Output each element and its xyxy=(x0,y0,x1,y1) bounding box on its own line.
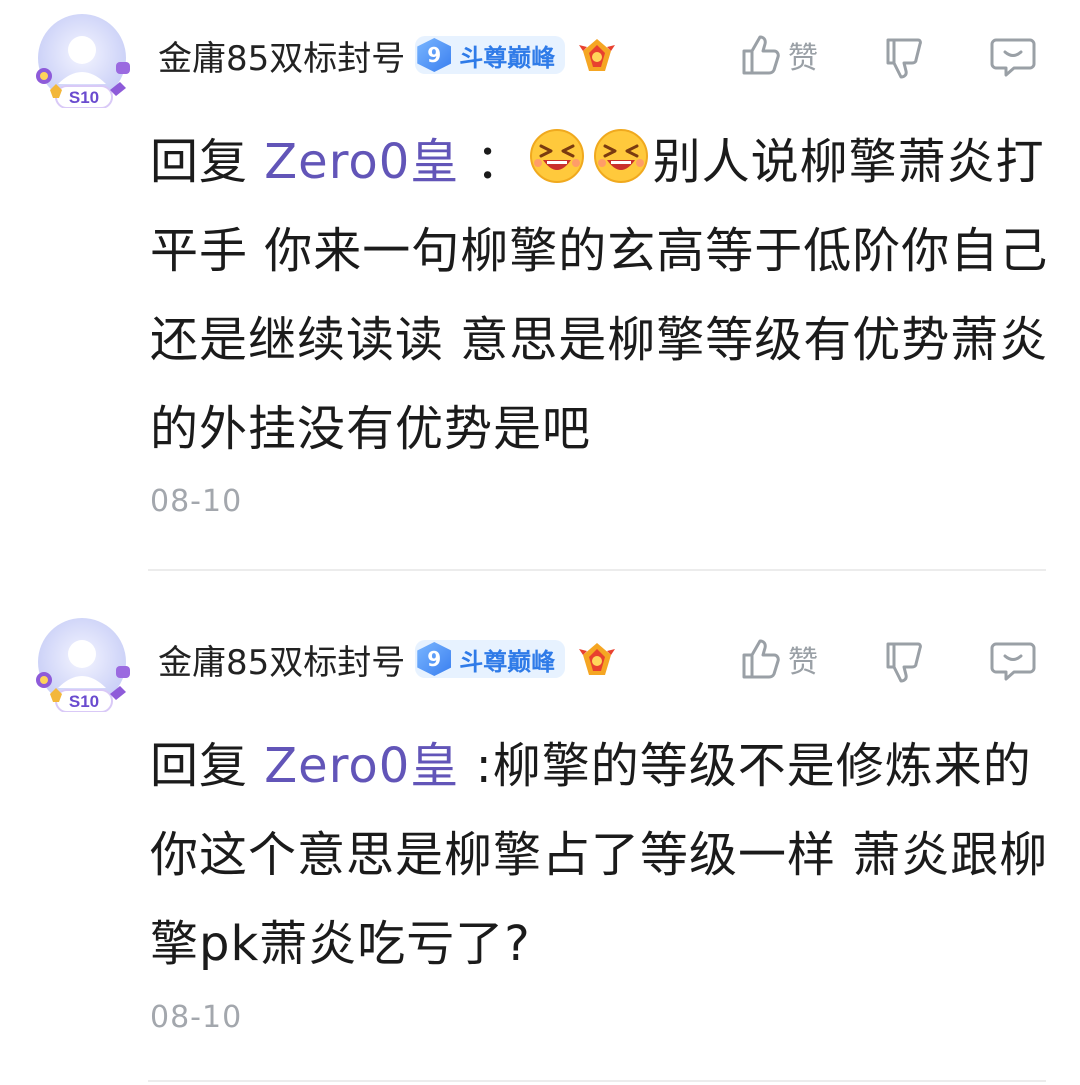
dislike-button[interactable] xyxy=(882,36,926,80)
reply-target-user[interactable]: Zero0皇 xyxy=(264,738,459,794)
dislike-button[interactable] xyxy=(882,640,926,684)
level-title: 斗尊巅峰 xyxy=(459,43,556,72)
like-button[interactable]: 赞 xyxy=(738,637,818,681)
thumbs-up-icon xyxy=(742,639,780,679)
level-title: 斗尊巅峰 xyxy=(459,647,556,676)
like-label: 赞 xyxy=(788,645,818,680)
fire-medal-icon xyxy=(577,35,617,75)
like-label: 赞 xyxy=(788,41,818,76)
reply-target-user[interactable]: Zero0皇 xyxy=(264,134,459,190)
comment-header: 金庸85双标封号 9 斗尊巅峰 xyxy=(158,634,617,684)
level-number: 9 xyxy=(417,642,452,676)
avatar-badge-text: S10 xyxy=(69,88,99,107)
level-badge[interactable]: 9 斗尊巅峰 xyxy=(415,640,566,678)
like-button[interactable]: 赞 xyxy=(738,33,818,77)
reply-button[interactable] xyxy=(990,640,1036,682)
reply-button[interactable] xyxy=(990,36,1036,78)
avatar-image: S10 xyxy=(36,14,130,108)
level-number: 9 xyxy=(417,38,452,72)
reply-prefix: 回复 xyxy=(150,134,249,190)
username[interactable]: 金庸85双标封号 xyxy=(158,31,405,80)
avatar-badge-text: S10 xyxy=(69,692,99,711)
thumbs-up-icon xyxy=(742,35,780,75)
comment-text: 回复 Zero0皇 ：别人说柳擎萧炎打平手 你来一句柳擎的玄高等于低阶你自己还是… xyxy=(150,118,1050,474)
reply-separator: : xyxy=(475,738,493,794)
thumbs-down-icon xyxy=(886,642,922,683)
comment-date: 08-10 xyxy=(150,1000,243,1035)
user-avatar[interactable]: S10 xyxy=(30,618,134,712)
divider xyxy=(148,1080,1046,1082)
reply-prefix: 回复 xyxy=(150,738,249,794)
comment-bubble-icon xyxy=(990,38,1036,77)
fire-medal-icon xyxy=(577,639,617,679)
reply-separator: ： xyxy=(475,134,525,190)
user-avatar[interactable]: S10 xyxy=(30,14,134,108)
avatar-image: S10 xyxy=(36,618,130,712)
comment-item: S10 金庸85双标封号 9 斗尊巅峰 赞 xyxy=(0,0,1080,570)
thumbs-down-icon xyxy=(886,38,922,79)
comment-bubble-icon xyxy=(990,642,1036,681)
comment-header: 金庸85双标封号 9 斗尊巅峰 xyxy=(158,30,617,80)
comment-text: 回复 Zero0皇 :柳擎的等级不是修炼来的 你这个意思是柳擎占了等级一样 萧炎… xyxy=(150,722,1050,989)
comment-item: S10 金庸85双标封号 9 斗尊巅峰 赞 xyxy=(0,572,1080,1082)
laughing-squint-emoji xyxy=(593,128,649,184)
comment-date: 08-10 xyxy=(150,484,243,519)
divider xyxy=(148,569,1046,571)
level-badge[interactable]: 9 斗尊巅峰 xyxy=(415,36,566,74)
username[interactable]: 金庸85双标封号 xyxy=(158,635,405,684)
laughing-squint-emoji xyxy=(529,128,585,184)
